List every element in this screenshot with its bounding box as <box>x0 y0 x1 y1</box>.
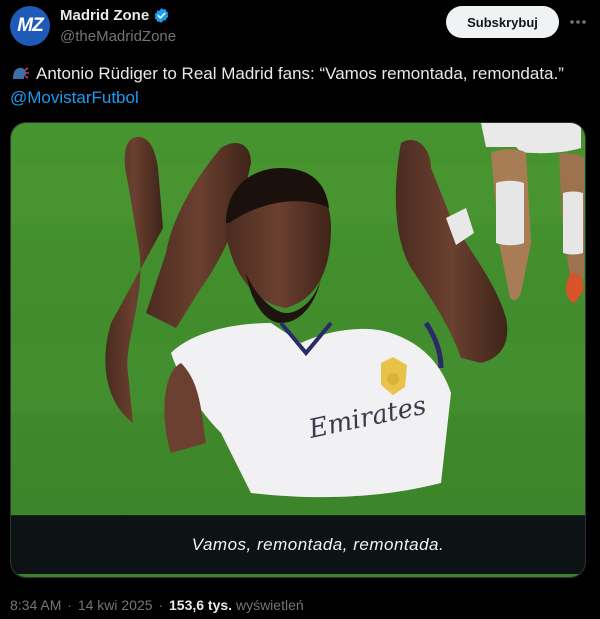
video-media[interactable]: Emirates Vamos, remontada, remontada. <box>10 122 586 578</box>
tweet-text: Antonio Rüdiger to Real Madrid fans: “Va… <box>10 62 590 110</box>
verified-badge-icon <box>154 8 169 23</box>
video-subtitle: Vamos, remontada, remontada. <box>191 535 445 554</box>
display-name[interactable]: Madrid Zone <box>60 7 149 24</box>
more-dots-icon <box>570 20 586 24</box>
author-name-row: Madrid Zone <box>60 7 170 24</box>
avatar-text: MZ <box>17 15 43 36</box>
avatar[interactable]: MZ <box>10 6 50 46</box>
speaking-head-icon <box>13 67 29 79</box>
video-frame: Emirates <box>11 123 585 577</box>
views-count: 153,6 tys. <box>169 597 233 613</box>
meta-separator: · <box>67 597 72 613</box>
views-label: wyświetleń <box>235 597 304 613</box>
meta-separator: · <box>158 597 164 613</box>
tweet-meta: 8:34 AM · 14 kwi 2025 · 153,6 tys. wyświ… <box>10 597 304 613</box>
tweet-body: Antonio Rüdiger to Real Madrid fans: “Va… <box>36 64 564 83</box>
subtitle-bar: Vamos, remontada, remontada. <box>11 515 585 574</box>
handle[interactable]: @theMadridZone <box>60 28 176 45</box>
more-icon[interactable] <box>566 10 590 34</box>
mention-link[interactable]: @MovistarFutbol <box>10 88 139 107</box>
post-time[interactable]: 8:34 AM <box>10 597 61 613</box>
post-date[interactable]: 14 kwi 2025 <box>78 597 153 613</box>
subscribe-button[interactable]: Subskrybuj <box>446 6 559 38</box>
